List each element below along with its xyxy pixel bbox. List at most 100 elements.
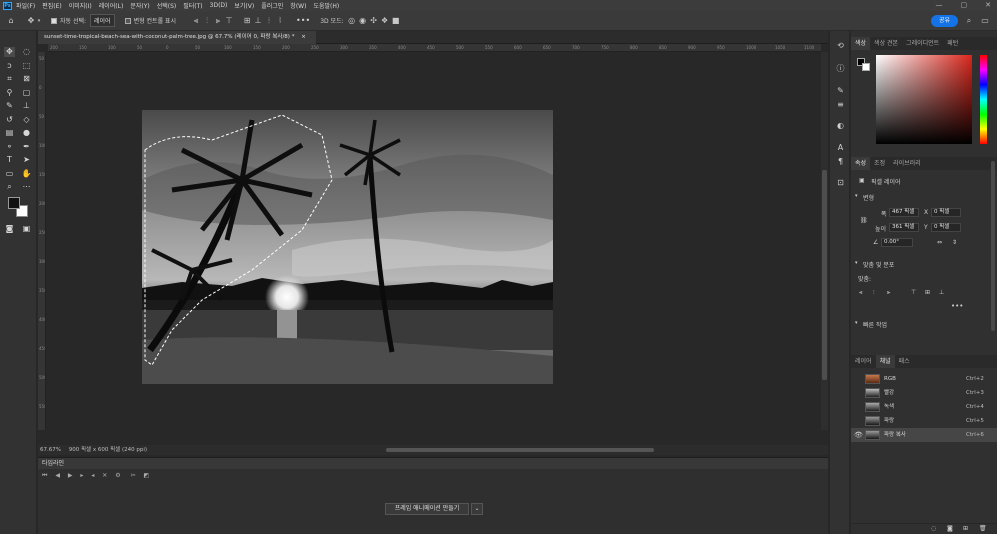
menu-file[interactable]: 파일(F) bbox=[16, 1, 35, 10]
visibility-eye-icon[interactable]: 👁 bbox=[854, 428, 863, 442]
channel-row-green[interactable]: 녹색 Ctrl+4 bbox=[851, 400, 997, 414]
align-left-edges-icon[interactable]: ⫷ bbox=[859, 289, 862, 297]
close-tab-icon[interactable]: × bbox=[301, 34, 306, 40]
stamp-tool-icon[interactable]: ⊥ bbox=[21, 101, 32, 111]
chevron-down-icon[interactable]: ▾ bbox=[35, 17, 43, 25]
quick-actions-chevron-icon[interactable]: ▾ bbox=[855, 320, 858, 326]
3d-drag-icon[interactable]: ✣ bbox=[370, 16, 378, 25]
tab-libraries[interactable]: 라이브러리 bbox=[889, 157, 925, 170]
link-icon[interactable]: ⛓ bbox=[860, 217, 868, 224]
brush-tool-icon[interactable]: ✎ bbox=[4, 101, 15, 111]
color-picker-field[interactable] bbox=[876, 55, 972, 144]
healing-brush-tool-icon[interactable]: ▢ bbox=[21, 88, 32, 98]
eraser-tool-icon[interactable]: ◇ bbox=[21, 115, 32, 125]
align-bottom-icon[interactable]: ⊥ bbox=[254, 16, 262, 25]
auto-select-checkbox[interactable] bbox=[51, 17, 57, 24]
align-right-edges-icon[interactable]: ⫸ bbox=[887, 289, 890, 297]
transform-chevron-icon[interactable]: ▾ bbox=[855, 193, 858, 199]
menu-layer[interactable]: 레이어(L) bbox=[99, 1, 124, 10]
play-icon[interactable]: ▶ bbox=[68, 472, 73, 479]
channel-row-rgb[interactable]: RGB Ctrl+2 bbox=[851, 372, 997, 386]
align-middle-icon[interactable]: ⊞ bbox=[243, 16, 251, 25]
align-left-icon[interactable]: ⫷ bbox=[192, 16, 200, 25]
workspace-icon[interactable]: ▭ bbox=[981, 17, 989, 25]
more-options-icon[interactable]: ••• bbox=[296, 16, 310, 25]
dodge-tool-icon[interactable]: ⚬ bbox=[4, 142, 15, 152]
channel-row-blue[interactable]: 파랑 Ctrl+5 bbox=[851, 414, 997, 428]
settings-icon[interactable]: ⚙ bbox=[115, 472, 120, 479]
tab-gradients[interactable]: 그레이디언트 bbox=[902, 37, 943, 50]
load-selection-icon[interactable]: ◌ bbox=[931, 525, 936, 532]
character-icon[interactable]: A bbox=[835, 143, 846, 153]
menu-3d[interactable]: 3D(D) bbox=[210, 2, 228, 9]
search-icon[interactable]: ⌕ bbox=[965, 17, 973, 25]
tab-properties[interactable]: 속성 bbox=[851, 157, 871, 170]
first-frame-icon[interactable]: ⏮ bbox=[42, 472, 47, 479]
tab-swatches[interactable]: 색상 견본 bbox=[870, 37, 902, 50]
menu-image[interactable]: 이미지(I) bbox=[69, 1, 92, 10]
new-channel-icon[interactable]: ⊞ bbox=[963, 525, 968, 532]
angle-input[interactable]: 0.00° bbox=[881, 238, 913, 247]
flip-horizontal-icon[interactable]: ⇔ bbox=[937, 239, 942, 246]
channel-row-blue-copy[interactable]: 👁 파랑 복사 Ctrl+6 bbox=[851, 428, 997, 442]
hue-slider[interactable] bbox=[980, 55, 987, 144]
split-icon[interactable]: ✂ bbox=[131, 472, 136, 479]
3d-roll-icon[interactable]: ◉ bbox=[359, 16, 367, 25]
align-center-icon[interactable]: ⫶ bbox=[203, 16, 211, 25]
path-select-tool-icon[interactable]: ➤ bbox=[21, 155, 32, 165]
screen-mode-icon[interactable]: ▣ bbox=[21, 224, 32, 234]
distribute-icon[interactable]: ⦙ bbox=[265, 16, 273, 25]
tab-patterns[interactable]: 패턴 bbox=[943, 37, 962, 50]
minimize-button[interactable]: — bbox=[936, 1, 943, 9]
mute-icon[interactable]: ✕ bbox=[102, 472, 107, 479]
width-input[interactable]: 467 픽셀 bbox=[889, 208, 919, 217]
close-window-button[interactable]: ✕ bbox=[985, 1, 991, 9]
menu-type[interactable]: 문자(Y) bbox=[130, 1, 149, 10]
blur-tool-icon[interactable]: ● bbox=[21, 128, 32, 138]
foreground-color-swatch-top[interactable] bbox=[8, 197, 20, 209]
share-button[interactable]: 공유 bbox=[931, 15, 958, 27]
object-select-tool-icon[interactable]: ⬚ bbox=[21, 61, 32, 71]
audio-icon[interactable]: ◂ bbox=[91, 472, 94, 479]
eyedropper-tool-icon[interactable]: ⚲ bbox=[4, 88, 15, 98]
tab-adjustments[interactable]: 조정 bbox=[870, 157, 889, 170]
menu-edit[interactable]: 편집(E) bbox=[42, 1, 62, 10]
vertical-scrollbar[interactable] bbox=[821, 52, 828, 430]
timeline-mode-dropdown[interactable]: ⌄ bbox=[471, 503, 483, 515]
quick-mask-icon[interactable]: ◙ bbox=[4, 224, 15, 234]
maximize-button[interactable]: ▢ bbox=[961, 1, 968, 9]
more-tools-icon[interactable]: ⋯ bbox=[21, 182, 32, 192]
y-input[interactable]: 0 픽셀 bbox=[931, 223, 961, 232]
flip-vertical-icon[interactable]: ⇕ bbox=[952, 239, 957, 246]
styles-icon[interactable]: ◐ bbox=[835, 121, 846, 131]
align-hcenter-icon[interactable]: ⫶ bbox=[873, 289, 875, 297]
rectangle-tool-icon[interactable]: ▭ bbox=[4, 169, 15, 179]
height-input[interactable]: 361 픽셀 bbox=[889, 223, 919, 232]
delete-channel-icon[interactable]: 🗑 bbox=[979, 525, 987, 532]
3d-scale-icon[interactable]: ■ bbox=[392, 16, 400, 25]
type-tool-icon[interactable]: T bbox=[4, 155, 15, 165]
align-more-icon[interactable]: ••• bbox=[951, 302, 963, 310]
bg-color-chip[interactable] bbox=[862, 63, 870, 71]
menu-help[interactable]: 도움말(H) bbox=[313, 1, 339, 10]
properties-scrollbar[interactable] bbox=[991, 161, 995, 331]
tab-color[interactable]: 색상 bbox=[851, 37, 871, 50]
home-icon[interactable]: ⌂ bbox=[7, 16, 15, 25]
lasso-tool-icon[interactable]: ↄ bbox=[4, 61, 15, 71]
next-frame-icon[interactable]: ▸ bbox=[80, 472, 83, 479]
pen-tool-icon[interactable]: ✒ bbox=[21, 142, 32, 152]
align-vcenter-icon[interactable]: ⊞ bbox=[925, 289, 930, 296]
hand-tool-icon[interactable]: ✋ bbox=[21, 169, 32, 179]
x-input[interactable]: 0 픽셀 bbox=[931, 208, 961, 217]
document-tab[interactable]: sunset-time-tropical-beach-sea-with-coco… bbox=[38, 31, 316, 44]
gradient-tool-icon[interactable]: ▤ bbox=[4, 128, 15, 138]
paragraph-icon[interactable]: ¶ bbox=[835, 157, 846, 167]
marquee-tool-icon[interactable]: ◌ bbox=[21, 47, 32, 57]
info-icon[interactable]: ⓘ bbox=[835, 64, 846, 74]
document-image[interactable] bbox=[142, 110, 553, 384]
tab-paths[interactable]: 패스 bbox=[895, 355, 914, 368]
frame-tool-icon[interactable]: ⊠ bbox=[21, 74, 32, 84]
transform-controls-checkbox[interactable] bbox=[124, 17, 131, 24]
move-tool-icon[interactable]: ✥ bbox=[4, 47, 15, 57]
auto-select-dropdown[interactable]: 레이어 bbox=[90, 14, 115, 27]
